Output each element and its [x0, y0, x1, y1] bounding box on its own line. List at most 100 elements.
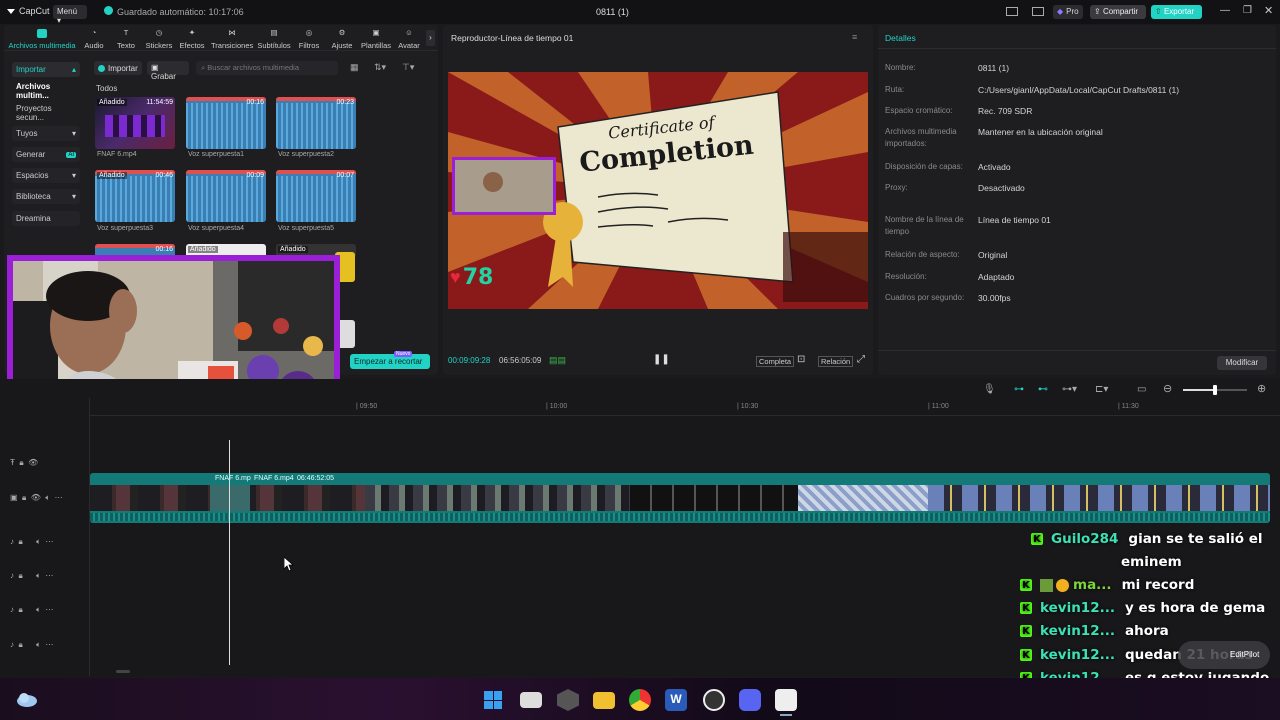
sort-icon[interactable]: ⇅▾ — [374, 62, 386, 73]
lock-icon[interactable]: 🔒︎ — [19, 458, 23, 467]
caption-icon[interactable]: ▭ — [1137, 384, 1146, 395]
details-divider — [878, 48, 1276, 49]
detail-value: Rec. 709 SDR — [978, 106, 1033, 116]
magnet-icon[interactable]: ⊶ — [1014, 384, 1024, 395]
video-clip-strip[interactable]: FNAF 6.mp FNAF 6.mp4 06:46:52:05 — [90, 473, 1270, 523]
media-thumb[interactable]: Añadido 00:46 — [95, 170, 175, 222]
text-track-header: Ŧ 🔒︎ 👁︎ — [10, 458, 38, 468]
mute-icon[interactable]: 🔈︎ — [36, 605, 41, 614]
chrome-icon[interactable] — [629, 689, 651, 711]
details-panel — [878, 25, 1276, 375]
chat-message: eminem — [1121, 554, 1182, 570]
split-icon[interactable]: ⊏▾ — [1095, 384, 1108, 395]
preview-axis-icon[interactable]: ⊶▾ — [1062, 384, 1077, 395]
media-thumb[interactable]: 00:07 — [276, 170, 356, 222]
audio-track-header: ♪ 🔒︎ 🔈︎ ⋯ — [10, 537, 53, 547]
task-view-icon[interactable] — [520, 692, 542, 708]
minimize-icon[interactable]: — — [1220, 5, 1230, 16]
tool-avatar[interactable]: ☺ Avatar — [389, 28, 429, 50]
timeline-scrollbar[interactable] — [116, 670, 130, 673]
maximize-icon[interactable]: ❐ — [1243, 5, 1252, 16]
sidebar-item-secondary-projects[interactable]: Proyectos secun... — [12, 104, 80, 122]
microphone-icon[interactable]: 🎙 — [983, 384, 996, 395]
media-thumb[interactable]: 00:09 — [186, 170, 266, 222]
mute-icon[interactable]: 🔈︎ — [45, 493, 50, 502]
media-thumb[interactable]: 00:16 — [186, 97, 266, 149]
player-title: Reproductor-Línea de tiempo 01 — [451, 33, 574, 43]
shortcuts-icon[interactable] — [1032, 7, 1044, 16]
tool-subtitles[interactable]: ▤ Subtítulos — [254, 28, 294, 50]
mute-icon[interactable]: 🔈︎ — [36, 537, 41, 546]
close-icon[interactable]: ✕ — [1264, 4, 1273, 17]
snapshot-icon[interactable]: ⊡ — [797, 354, 805, 365]
tool-media[interactable]: Archivos multimedia — [6, 28, 78, 50]
obs-icon[interactable] — [703, 689, 725, 711]
sidebar-item-media[interactable]: Archivos multim... — [12, 82, 80, 100]
more-icon[interactable]: ⋯ — [45, 537, 53, 546]
sidebar-item-library[interactable]: Biblioteca ▾ — [12, 189, 80, 204]
video-track-header: ▣ 🔒︎ 👁︎ 🔈︎ ⋯ — [10, 493, 63, 503]
toolbar-scroll-right-icon[interactable]: › — [426, 30, 435, 46]
eye-icon[interactable]: 👁︎ — [31, 493, 41, 502]
link-icon[interactable]: ⊷ — [1038, 384, 1048, 395]
waveform-icon[interactable]: ▤▤ — [549, 355, 566, 366]
zoom-slider-handle[interactable] — [1213, 385, 1217, 395]
mute-icon[interactable]: 🔈︎ — [36, 640, 41, 649]
lock-icon[interactable]: 🔒︎ — [18, 537, 22, 546]
mute-icon[interactable]: 🔈︎ — [36, 571, 41, 580]
zoom-in-icon[interactable]: ⊕ — [1257, 382, 1266, 395]
filter-icon[interactable]: ⊤▾ — [402, 62, 414, 73]
sidebar-item-yours[interactable]: Tuyos ▾ — [12, 126, 80, 141]
import-button[interactable]: Importar — [94, 61, 142, 75]
tool-transitions[interactable]: ⋈ Transiciones — [211, 28, 253, 50]
lock-icon[interactable]: 🔒︎ — [18, 571, 22, 580]
timeline-ruler[interactable]: | 09:50 | 10:00 | 10:30 | 11:00 | 11:30 — [90, 398, 1280, 416]
player-menu-icon[interactable]: ≡ — [852, 32, 857, 42]
file-explorer-icon[interactable] — [593, 692, 615, 709]
eye-icon[interactable]: 👁︎ — [28, 458, 38, 467]
tool-effects[interactable]: ✦ Efectos — [172, 28, 212, 50]
layout-icon[interactable] — [1006, 7, 1018, 16]
zoom-slider[interactable] — [1183, 385, 1247, 395]
media-thumb[interactable]: 00:23 — [276, 97, 356, 149]
more-icon[interactable]: ⋯ — [45, 571, 53, 580]
zoom-out-icon[interactable]: ⊖ — [1163, 382, 1172, 395]
media-thumb[interactable]: Añadido 11:54:59 — [95, 97, 175, 149]
detail-label: Disposición de capas: — [885, 162, 963, 171]
windows-start-icon[interactable] — [482, 689, 504, 711]
search-input[interactable]: ⌕ Buscar archivos multimedia — [196, 61, 338, 75]
media-thumb-name: Voz superpuesta4 — [188, 225, 245, 232]
start-trim-button[interactable]: Empezar a recortar — [350, 354, 430, 369]
sidebar-item-dreamina[interactable]: Dreamina — [12, 211, 80, 226]
menu-button[interactable]: Menú ▾ — [53, 5, 87, 25]
more-icon[interactable]: ⋯ — [45, 605, 53, 614]
export-button[interactable]: ⇧ Exportar — [1151, 5, 1202, 19]
share-button[interactable]: ⇪ Compartir — [1090, 5, 1146, 19]
clip-segment — [928, 485, 1270, 511]
full-view-button[interactable]: Completa — [756, 356, 795, 367]
lock-icon[interactable]: 🔒︎ — [18, 605, 22, 614]
lock-icon[interactable]: 🔒︎ — [18, 640, 22, 649]
lock-icon[interactable]: 🔒︎ — [22, 493, 26, 502]
capcut-taskbar-icon[interactable] — [775, 689, 797, 711]
more-icon[interactable]: ⋯ — [55, 493, 63, 502]
current-time: 00:09:09:28 — [448, 356, 491, 365]
discord-icon[interactable] — [739, 689, 761, 711]
sidebar-item-generate[interactable]: Generar AI — [12, 147, 80, 162]
aspect-ratio-button[interactable]: Relación — [818, 356, 854, 367]
import-icon — [98, 64, 105, 72]
record-button[interactable]: ▣ Grabar — [147, 61, 189, 81]
chat-message: K Guilo284 gian se te salió el — [1031, 528, 1262, 550]
fullscreen-icon[interactable]: ⤢ — [857, 354, 865, 365]
project-title: 0811 (1) — [596, 7, 629, 17]
more-icon[interactable]: ⋯ — [45, 640, 53, 649]
pro-button[interactable]: ◆ Pro — [1053, 5, 1083, 19]
pause-icon[interactable]: ❚❚ — [653, 354, 670, 365]
modify-button[interactable]: Modificar — [1217, 356, 1267, 370]
sidebar-item-spaces[interactable]: Espacios ▾ — [12, 168, 80, 183]
playhead[interactable] — [229, 440, 230, 665]
sidebar-item-import[interactable]: Importar ▴ — [12, 62, 80, 77]
grid-view-icon[interactable]: ▦ — [350, 62, 359, 73]
word-icon[interactable]: W — [665, 689, 687, 711]
detail-value: Adaptado — [978, 272, 1015, 282]
